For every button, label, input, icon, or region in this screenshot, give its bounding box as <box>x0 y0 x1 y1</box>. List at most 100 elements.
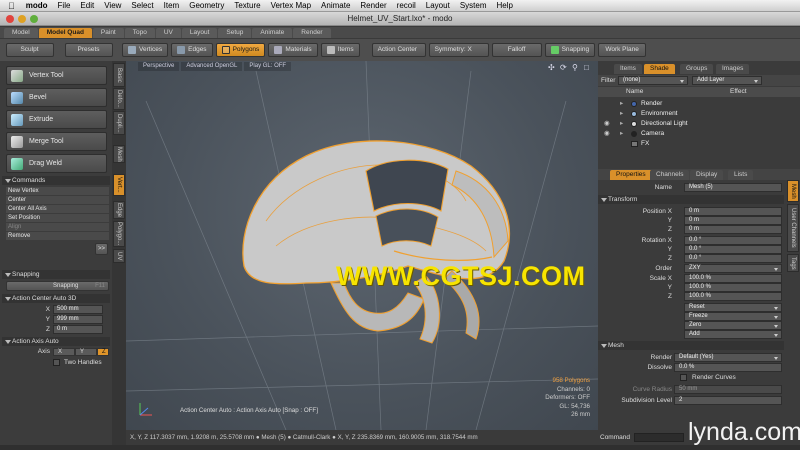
bevel-button[interactable]: Bevel <box>6 88 107 107</box>
snapping-toggle-button[interactable]: Snapping F11 <box>6 281 109 291</box>
cmd-new-vertex[interactable]: New Vertex <box>6 187 109 195</box>
side-tab-uv[interactable]: UV <box>113 249 125 263</box>
action-center-dropdown[interactable]: Action Center <box>371 43 426 57</box>
add-dropdown[interactable]: Add <box>684 330 782 339</box>
visibility-eye-icon[interactable]: ◉ <box>604 119 610 129</box>
drag-weld-button[interactable]: Drag Weld <box>6 154 107 173</box>
shader-row-render[interactable]: ▸ Render <box>598 99 783 109</box>
menu-recoil[interactable]: recoil <box>392 1 421 10</box>
expand-button[interactable]: >> <box>95 243 109 255</box>
menu-animate[interactable]: Animate <box>316 1 355 10</box>
side-tab-edge[interactable]: Edge <box>113 201 125 219</box>
tab-model-quad[interactable]: Model Quad <box>38 28 92 38</box>
maximize-view-icon[interactable]: □ <box>584 63 589 72</box>
tab-items[interactable]: Items <box>614 64 642 74</box>
side-tab-basic[interactable]: Basic <box>113 63 125 87</box>
cmd-set-position[interactable]: Set Position <box>6 214 109 222</box>
tab-topo[interactable]: Topo <box>124 28 155 38</box>
action-center-header[interactable]: Action Center Auto 3D <box>2 294 110 303</box>
expand-arrow-icon[interactable]: ▸ <box>620 109 623 119</box>
zero-dropdown[interactable]: Zero <box>684 321 782 330</box>
scale-z-field[interactable]: 100.0 % <box>684 292 782 301</box>
tab-lists[interactable]: Lists <box>728 170 754 180</box>
rotate-view-icon[interactable]: ⟳ <box>560 63 567 72</box>
snapping-button[interactable]: Snapping <box>544 43 596 57</box>
render-dropdown[interactable]: Default (Yes) <box>674 353 782 362</box>
menu-vertex-map[interactable]: Vertex Map <box>266 1 316 10</box>
ac-y-field[interactable]: 999 mm <box>53 315 103 324</box>
tab-properties[interactable]: Properties <box>610 170 652 180</box>
menu-select[interactable]: Select <box>126 1 158 10</box>
materials-mode-button[interactable]: Materials <box>268 43 318 57</box>
apple-icon[interactable]:  <box>0 1 21 11</box>
side-tab-vertex[interactable]: Vert... <box>113 174 125 196</box>
axis-x-button[interactable]: X <box>53 348 75 356</box>
side-tab-mesh-props[interactable]: Mesh <box>787 180 799 202</box>
position-y-field[interactable]: 0 m <box>684 216 782 225</box>
rotation-x-field[interactable]: 0.0 ° <box>684 236 782 245</box>
order-dropdown[interactable]: ZXY <box>684 264 782 273</box>
side-tab-tags[interactable]: Tags <box>787 254 799 272</box>
side-tab-polygon[interactable]: Polygo... <box>113 221 125 247</box>
side-tab-mesh[interactable]: Mesh <box>113 145 125 163</box>
two-handles-checkbox[interactable] <box>53 359 60 366</box>
shader-row-camera[interactable]: ◉ ▸ Camera <box>598 129 783 139</box>
symmetry-dropdown[interactable]: Symmetry: X <box>428 43 489 57</box>
menu-geometry[interactable]: Geometry <box>184 1 229 10</box>
expand-arrow-icon[interactable]: ▸ <box>620 129 623 139</box>
side-tab-duplicate[interactable]: Dupli... <box>113 111 125 135</box>
vertex-tool-button[interactable]: Vertex Tool <box>6 66 107 85</box>
side-tab-deform[interactable]: Defo... <box>113 88 125 110</box>
reset-dropdown[interactable]: Reset <box>684 303 782 312</box>
menu-layout[interactable]: Layout <box>421 1 455 10</box>
tab-images[interactable]: Images <box>716 64 750 74</box>
tab-render[interactable]: Render <box>293 28 331 38</box>
freeze-dropdown[interactable]: Freeze <box>684 312 782 321</box>
polygons-mode-button[interactable]: Polygons <box>215 43 266 57</box>
mesh-header[interactable]: Mesh <box>598 341 784 350</box>
sculpt-button[interactable]: Sculpt <box>5 43 54 57</box>
cmd-center-all-axis[interactable]: Center All Axis <box>6 205 109 213</box>
tab-layout[interactable]: Layout <box>181 28 218 38</box>
tab-display[interactable]: Display <box>690 170 724 180</box>
expand-arrow-icon[interactable]: ▸ <box>620 99 623 109</box>
menu-item[interactable]: Item <box>159 1 185 10</box>
cmd-remove[interactable]: Remove <box>6 232 109 240</box>
tab-groups[interactable]: Groups <box>680 64 714 74</box>
presets-button[interactable]: Presets <box>64 43 113 57</box>
shader-row-fx[interactable]: FX <box>598 139 783 149</box>
work-plane-dropdown[interactable]: Work Plane <box>598 43 647 57</box>
command-input[interactable] <box>634 433 684 442</box>
scale-y-field[interactable]: 100.0 % <box>684 283 782 292</box>
cmd-align[interactable]: Align <box>6 223 109 231</box>
transform-header[interactable]: Transform <box>598 195 784 204</box>
zoom-view-icon[interactable]: ⚲ <box>572 63 578 72</box>
position-z-field[interactable]: 0 m <box>684 225 782 234</box>
rotation-z-field[interactable]: 0.0 ° <box>684 254 782 263</box>
items-mode-button[interactable]: Items <box>320 43 360 57</box>
axis-z-button[interactable]: Z <box>97 348 109 356</box>
edges-mode-button[interactable]: Edges <box>171 43 213 57</box>
menu-view[interactable]: View <box>99 1 126 10</box>
zoom-window-button[interactable] <box>30 15 38 23</box>
menu-modo[interactable]: modo <box>21 1 53 10</box>
play-gl-toggle[interactable]: Play GL: OFF <box>244 62 292 71</box>
tab-shade[interactable]: Shade <box>644 64 675 74</box>
move-view-icon[interactable]: ✣ <box>548 63 555 72</box>
render-curves-checkbox[interactable] <box>680 374 687 381</box>
menu-help[interactable]: Help <box>491 1 517 10</box>
tab-channels[interactable]: Channels <box>650 170 690 180</box>
add-layer-dropdown[interactable]: Add Layer <box>692 76 762 85</box>
tab-setup[interactable]: Setup <box>218 28 252 38</box>
visibility-eye-icon[interactable]: ◉ <box>604 129 610 139</box>
ac-x-field[interactable]: 500 mm <box>53 305 103 314</box>
renderer-dropdown[interactable]: Advanced OpenGL <box>181 62 243 71</box>
curve-radius-field[interactable]: 50 mm <box>674 385 782 394</box>
menu-texture[interactable]: Texture <box>229 1 265 10</box>
axis-y-button[interactable]: Y <box>75 348 97 356</box>
menu-edit[interactable]: Edit <box>75 1 99 10</box>
menu-system[interactable]: System <box>455 1 492 10</box>
scale-x-field[interactable]: 100.0 % <box>684 274 782 283</box>
minimize-window-button[interactable] <box>18 15 26 23</box>
3d-viewport[interactable]: Perspective Advanced OpenGL Play GL: OFF… <box>126 61 598 430</box>
